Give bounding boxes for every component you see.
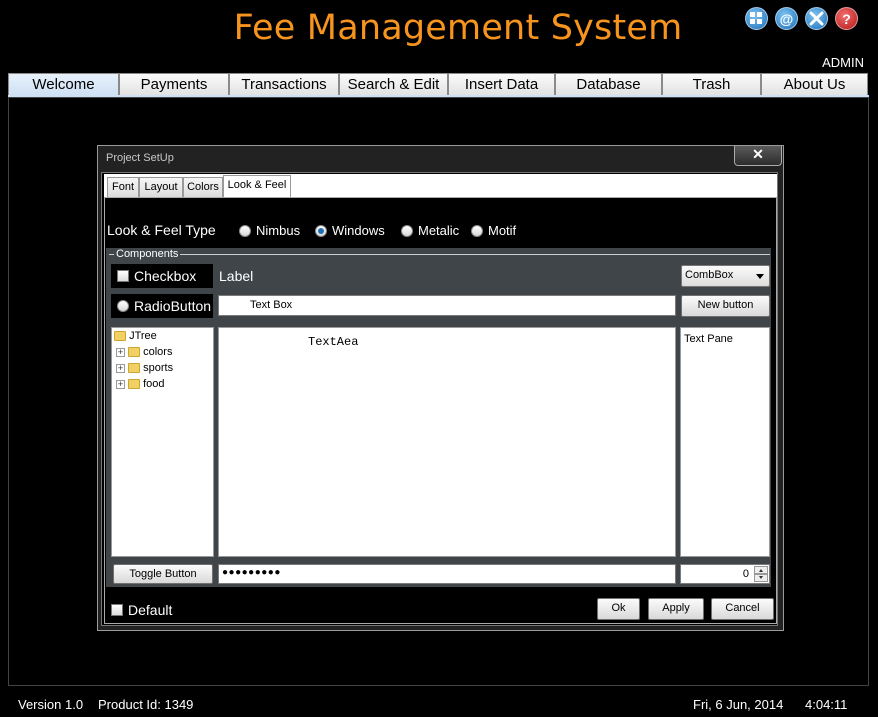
spinner-value: 0 xyxy=(742,568,749,580)
tab-search-edit[interactable]: Search & Edit xyxy=(339,73,448,95)
tab-look-and-feel[interactable]: Look & Feel xyxy=(223,175,291,197)
project-setup-dialog: Project SetUp ✕ Font Layout Colors Look … xyxy=(97,145,784,631)
tree-node-colors[interactable]: + colors xyxy=(116,345,172,359)
text-pane[interactable]: Text Pane xyxy=(680,327,770,557)
radio-label: Windows xyxy=(332,223,385,238)
grid-icon[interactable] xyxy=(745,7,768,30)
ok-button[interactable]: Ok xyxy=(597,598,640,620)
version-label: Version 1.0 xyxy=(18,697,84,712)
tree-node-food[interactable]: + food xyxy=(116,377,165,391)
tab-label: Layout xyxy=(144,181,178,193)
radio-label: Motif xyxy=(488,223,517,238)
radio-label: Metalic xyxy=(418,223,460,238)
chevron-down-icon xyxy=(756,274,764,279)
tree-label: food xyxy=(143,378,165,390)
tab-label: Transactions xyxy=(241,76,327,93)
at-sign-icon[interactable]: @ xyxy=(775,7,798,30)
folder-icon xyxy=(128,379,141,390)
help-icon[interactable]: ? xyxy=(835,7,858,30)
tools-icon[interactable] xyxy=(805,7,828,30)
default-checkbox[interactable] xyxy=(111,604,123,616)
cancel-button[interactable]: Cancel xyxy=(711,598,774,620)
label-component: Label xyxy=(219,268,254,284)
expand-icon[interactable]: + xyxy=(116,379,125,389)
text-pane-value: Text Pane xyxy=(684,333,733,345)
tab-about-us[interactable]: About Us xyxy=(761,73,868,95)
time-label: 4:04:11 xyxy=(805,697,848,712)
radio-windows[interactable] xyxy=(315,225,327,237)
password-field[interactable]: ●●●●●●●●● xyxy=(218,564,676,584)
folder-icon xyxy=(128,347,141,358)
button-label: Apply xyxy=(662,602,690,614)
spinner[interactable]: 0 xyxy=(680,564,770,584)
combo-box[interactable]: CombBox xyxy=(681,265,770,287)
tab-label: Look & Feel xyxy=(227,179,287,191)
tab-label: Payments xyxy=(140,76,208,93)
close-button[interactable]: ✕ xyxy=(734,146,782,166)
tab-label: Insert Data xyxy=(464,76,539,93)
tab-welcome[interactable]: Welcome xyxy=(8,73,119,95)
tab-trash[interactable]: Trash xyxy=(662,73,761,95)
text-area-value: TextAea xyxy=(308,335,359,349)
dialog-title: Project SetUp xyxy=(106,152,174,164)
apply-button[interactable]: Apply xyxy=(648,598,704,620)
user-label: ADMIN xyxy=(822,55,864,70)
default-label: Default xyxy=(128,602,173,618)
product-id-label: Product Id: 1349 xyxy=(98,697,194,712)
tab-label: About Us xyxy=(783,76,846,93)
tree-label: colors xyxy=(143,346,173,358)
button-label: New button xyxy=(697,299,754,311)
text-area[interactable]: TextAea xyxy=(218,327,676,557)
text-box-value: Text Box xyxy=(250,299,293,311)
toggle-button[interactable]: Toggle Button xyxy=(113,564,213,584)
password-value: ●●●●●●●●● xyxy=(222,567,281,578)
tab-payments[interactable]: Payments xyxy=(119,73,229,95)
components-border xyxy=(109,254,770,255)
tab-transactions[interactable]: Transactions xyxy=(229,73,339,95)
tab-label: Font xyxy=(111,181,134,193)
spinner-down-icon[interactable] xyxy=(754,574,768,582)
tree-node-sports[interactable]: + sports xyxy=(116,361,173,375)
radio-button-label: RadioButton xyxy=(134,298,212,314)
tree-label: sports xyxy=(143,362,174,374)
tab-label: Trash xyxy=(692,76,731,93)
button-label: Toggle Button xyxy=(129,568,197,580)
main-tab-bar: Welcome Payments Transactions Search & E… xyxy=(8,73,869,96)
spinner-up-icon[interactable] xyxy=(754,566,768,574)
tab-font[interactable]: Font xyxy=(107,177,139,197)
tab-layout[interactable]: Layout xyxy=(139,177,183,197)
combo-value: CombBox xyxy=(685,269,734,281)
tab-label: Database xyxy=(576,76,641,93)
date-label: Fri, 6 Jun, 2014 xyxy=(693,697,784,712)
tab-database[interactable]: Database xyxy=(555,73,662,95)
tab-label: Search & Edit xyxy=(347,76,440,93)
button-label: Cancel xyxy=(725,602,760,614)
radio-button[interactable] xyxy=(117,300,129,312)
tab-insert-data[interactable]: Insert Data xyxy=(448,73,555,95)
checkbox[interactable] xyxy=(117,270,129,282)
laf-type-label: Look & Feel Type xyxy=(107,222,216,238)
text-box[interactable]: Text Box xyxy=(218,295,676,316)
radio-motif[interactable] xyxy=(471,225,483,237)
tab-colors[interactable]: Colors xyxy=(183,177,223,197)
close-icon: ✕ xyxy=(752,146,764,162)
radio-metalic[interactable] xyxy=(401,225,413,237)
folder-icon xyxy=(114,331,126,342)
radio-label: Nimbus xyxy=(256,223,301,238)
tree-root[interactable]: JTree xyxy=(114,329,157,343)
tab-label: Welcome xyxy=(32,76,95,93)
radio-nimbus[interactable] xyxy=(239,225,251,237)
components-label: Components xyxy=(114,248,181,260)
expand-icon[interactable]: + xyxy=(116,347,125,357)
tree-label: JTree xyxy=(129,330,157,342)
expand-icon[interactable]: + xyxy=(116,363,125,373)
button-label: Ok xyxy=(611,602,626,614)
checkbox-label: Checkbox xyxy=(134,268,197,284)
new-button[interactable]: New button xyxy=(681,295,770,317)
folder-icon xyxy=(128,363,141,374)
tab-label: Colors xyxy=(187,181,219,193)
